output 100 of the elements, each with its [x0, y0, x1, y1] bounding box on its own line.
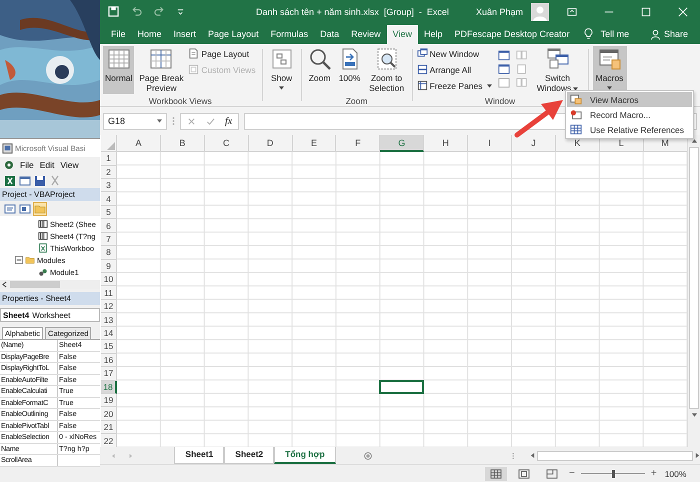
row-header[interactable]: 4 [101, 192, 117, 206]
row-header[interactable]: 9 [101, 260, 117, 274]
close-icon[interactable] [678, 6, 688, 17]
page-layout-button[interactable]: Page Layout [188, 46, 258, 61]
zoom-in-button[interactable]: + [650, 468, 657, 480]
zoom-level[interactable]: 100% [664, 468, 686, 479]
excel-icon[interactable] [4, 174, 16, 186]
row-header[interactable]: 15 [101, 340, 117, 354]
column-header[interactable]: E [292, 135, 336, 152]
redo-icon[interactable] [154, 6, 165, 18]
magnifier-icon [308, 46, 332, 71]
new-window-button[interactable]: New Window [416, 46, 494, 61]
zoom-slider-thumb[interactable] [612, 470, 615, 478]
column-header[interactable]: G [380, 135, 424, 152]
row-header[interactable]: 12 [101, 300, 117, 314]
undo-icon[interactable] [131, 6, 142, 18]
sheet-tab[interactable]: Sheet1 [174, 447, 224, 464]
ribbon-tab[interactable]: Help [418, 24, 449, 44]
arrange-all-button[interactable]: Arrange All [416, 62, 494, 77]
normal-view-button[interactable]: Normal [103, 46, 134, 94]
ribbon-tab[interactable]: View [386, 24, 418, 44]
row-header[interactable]: 5 [101, 206, 117, 220]
menu-item[interactable]: View [60, 160, 79, 170]
check-icon[interactable] [206, 116, 215, 126]
row-header[interactable]: 2 [101, 166, 117, 179]
maximize-icon[interactable] [641, 6, 651, 17]
add-sheet-icon[interactable] [364, 450, 372, 461]
scrollbar-thumb[interactable] [689, 147, 699, 410]
avatar[interactable] [531, 2, 549, 21]
freeze-panes-button[interactable]: Freeze Panes [416, 78, 494, 93]
row-header[interactable]: 10 [101, 273, 117, 286]
column-header[interactable]: B [160, 135, 205, 152]
row-header[interactable]: 11 [101, 286, 117, 300]
row-header[interactable]: 14 [101, 326, 117, 340]
menu-item[interactable]: Edit [40, 160, 54, 170]
row-header[interactable]: 17 [101, 367, 117, 381]
row-header[interactable]: 16 [101, 354, 117, 368]
scroll-right-icon[interactable] [695, 452, 700, 460]
column-header[interactable]: F [336, 135, 380, 152]
ribbon-tab[interactable]: PDFescape Desktop Creator [448, 24, 576, 44]
column-header[interactable]: H [424, 135, 468, 152]
row-header[interactable]: 21 [101, 420, 117, 434]
row-header[interactable]: 7 [101, 232, 117, 246]
menu-item[interactable]: Record Macro... [567, 107, 692, 122]
show-button[interactable]: Show [266, 46, 297, 94]
name-box[interactable]: G18 [103, 112, 167, 130]
zoom-slider[interactable] [580, 468, 645, 479]
column-header[interactable]: C [204, 135, 249, 152]
scroll-down-icon[interactable] [690, 412, 698, 418]
lightbulb-icon[interactable] [584, 28, 593, 40]
row-header[interactable]: 18 [101, 380, 117, 394]
ribbon-tab[interactable]: Page Layout [202, 24, 265, 44]
customize-icon[interactable] [177, 8, 184, 16]
form-icon[interactable] [19, 174, 31, 186]
column-header[interactable]: A [117, 135, 161, 152]
ribbon-tab[interactable]: Review [345, 24, 387, 44]
save-icon[interactable] [34, 174, 46, 186]
ribbon-tab[interactable]: File [105, 24, 132, 44]
menu-item[interactable]: File [20, 160, 34, 170]
view-code-icon[interactable] [4, 202, 16, 214]
row-header[interactable]: 19 [101, 394, 117, 408]
zoom-100-button[interactable]: 100% [336, 46, 364, 94]
scroll-left-icon[interactable] [2, 281, 7, 288]
ribbon-tab[interactable]: Insert [168, 24, 202, 44]
menu-item[interactable]: View Macros [567, 92, 692, 107]
grip-icon[interactable] [172, 116, 175, 126]
ribbon-tab[interactable]: Data [314, 24, 346, 44]
menu-item[interactable]: Use Relative References [567, 122, 692, 137]
zoom-to-selection-button[interactable]: Zoom to Selection [366, 46, 408, 94]
grip-icon[interactable] [512, 450, 514, 461]
share-button[interactable]: Share [650, 24, 688, 44]
object-dropdown[interactable]: Sheet4 Worksheet [0, 308, 100, 322]
row-header[interactable]: 20 [101, 407, 117, 421]
save-icon[interactable] [108, 6, 119, 18]
row-header[interactable]: 22 [101, 434, 117, 448]
page-break-preview-button[interactable]: Page Break Preview [136, 46, 186, 94]
insert-function-button[interactable]: fx [225, 116, 232, 127]
tell-me-link[interactable]: Tell me [594, 24, 636, 44]
caret-icon[interactable] [157, 119, 162, 124]
column-header[interactable]: D [248, 135, 293, 152]
row-header[interactable]: 13 [101, 313, 117, 327]
zoom-button[interactable]: Zoom [306, 46, 334, 94]
sheet-tab[interactable]: Sheet2 [224, 447, 274, 464]
column-header[interactable]: I [468, 135, 512, 152]
zoom-out-button[interactable]: − [569, 468, 575, 480]
row-header[interactable]: 3 [101, 178, 117, 192]
ribbon-tab[interactable]: Home [132, 24, 168, 44]
row-header[interactable]: 1 [101, 152, 117, 166]
collapse-icon[interactable] [15, 256, 23, 264]
view-object-icon[interactable] [19, 202, 31, 214]
ribbon-display-icon[interactable] [567, 6, 577, 17]
scroll-up-icon[interactable] [690, 138, 698, 144]
sheet-tab[interactable]: Tổng hợp [274, 447, 336, 464]
row-header[interactable]: 6 [101, 219, 117, 233]
normal-view-icon[interactable] [485, 466, 507, 481]
column-header[interactable]: J [512, 135, 556, 152]
selected-cell[interactable] [379, 380, 424, 394]
scrollbar-thumb[interactable] [10, 281, 60, 288]
row-header[interactable]: 8 [101, 246, 117, 260]
ribbon-tab[interactable]: Formulas [264, 24, 314, 44]
